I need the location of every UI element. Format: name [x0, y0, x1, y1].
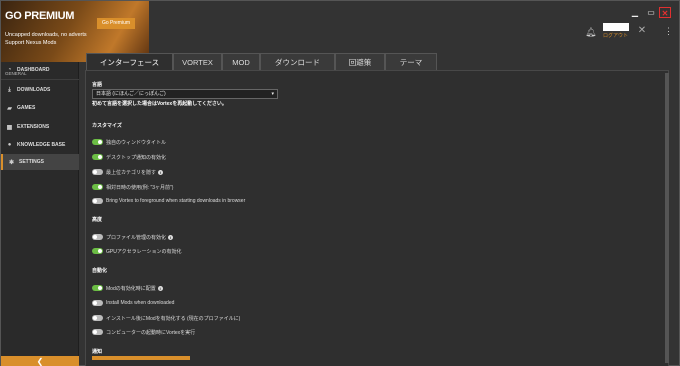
tab-vortex[interactable]: VORTEX: [173, 53, 222, 70]
top-bar: ▁ ▭ ✕ 🔔︎ ログアウト ✕ ⋮: [149, 1, 679, 45]
advanced-heading: 高度: [92, 217, 103, 223]
toggle-label: Bring Vortex to foreground when starting…: [106, 198, 246, 204]
premium-line-2: Support Nexus Mods: [5, 40, 57, 46]
settings-tabs: インターフェース VORTEX MOD ダウンロード 回避策 テーマ: [86, 53, 437, 70]
sidebar-item-label: GAMES: [17, 105, 36, 111]
tab-workarounds[interactable]: 回避策: [335, 53, 385, 70]
toggle-custom-title[interactable]: [92, 139, 103, 145]
notifications-heading: 通知: [92, 349, 103, 355]
language-value: 日本語 (にほんご／にっぽんご): [96, 91, 166, 97]
premium-title: GO PREMIUM: [5, 10, 75, 22]
toggle-run-on-startup[interactable]: [92, 329, 103, 335]
toggle-hide-top-category[interactable]: [92, 169, 103, 175]
toggle-desktop-notifications[interactable]: [92, 154, 103, 160]
knowledge-base-icon: ●: [7, 142, 12, 148]
toggle-bring-to-foreground[interactable]: [92, 198, 103, 204]
gamepad-icon: ▰: [7, 105, 12, 112]
maximize-icon[interactable]: ▭: [645, 7, 657, 18]
toggle-profile-management[interactable]: [92, 234, 103, 240]
sidebar-item-downloads[interactable]: ⤓ DOWNLOADS: [1, 82, 79, 98]
toggle-label-text: 最上位カテゴリを隠す: [106, 170, 157, 176]
tab-download[interactable]: ダウンロード: [260, 53, 335, 70]
more-menu-icon[interactable]: ⋮: [664, 26, 673, 37]
progress-accent-bar: [92, 356, 190, 360]
language-select[interactable]: 日本語 (にほんご／にっぽんご) ▾: [92, 89, 278, 99]
language-label: 言語: [92, 82, 103, 88]
tab-interface[interactable]: インターフェース: [86, 53, 173, 70]
toggle-label: 最上位カテゴリを隠す i: [106, 169, 164, 176]
chevron-left-icon: ❮: [36, 357, 44, 366]
toggle-label-text: プロファイル管理の有効化: [106, 235, 167, 241]
toggle-label: Modの有効化時に配置 i: [106, 285, 163, 292]
info-icon[interactable]: i: [158, 170, 164, 176]
minimize-icon[interactable]: ▁: [629, 7, 641, 18]
sidebar-item-label: SETTINGS: [19, 159, 45, 165]
sidebar-item-games[interactable]: ▰ GAMES: [1, 100, 79, 116]
logout-link[interactable]: ログアウト: [603, 32, 628, 39]
sidebar-item-settings[interactable]: ✱ SETTINGS: [1, 154, 79, 170]
username-redacted: [603, 23, 629, 31]
sidebar-section-general: GENERAL: [5, 71, 27, 76]
premium-subtitle: Uncapped downloads, no adverts Support N…: [5, 31, 87, 47]
go-premium-button[interactable]: Go Premium: [97, 18, 135, 29]
close-icon[interactable]: ✕: [659, 7, 671, 18]
toggle-label: コンピューターの起動時にVortexを実行: [106, 330, 196, 336]
toggle-relative-time[interactable]: [92, 184, 103, 190]
customize-heading: カスタマイズ: [92, 123, 122, 129]
notification-bell-icon[interactable]: 🔔︎: [585, 27, 596, 38]
sidebar-divider: [1, 79, 79, 80]
sidebar-item-extensions[interactable]: ▦ EXTENSIONS: [1, 119, 79, 135]
toggle-label: デスクトップ通知の有効化: [106, 155, 167, 161]
avatar-icon[interactable]: ✕: [636, 25, 648, 37]
sidebar-item-label: EXTENSIONS: [17, 124, 50, 130]
scrollbar[interactable]: [665, 73, 669, 363]
tab-mod[interactable]: MOD: [222, 53, 260, 70]
extensions-icon: ▦: [6, 124, 13, 131]
sidebar-item-label: KNOWLEDGE BASE: [17, 142, 66, 148]
download-icon: ⤓: [8, 86, 11, 93]
sidebar-item-label: DOWNLOADS: [17, 87, 51, 93]
toggle-label: GPUアクセラレーションの有効化: [106, 249, 182, 255]
tab-theme[interactable]: テーマ: [385, 53, 437, 70]
toggle-label: インストール後にModを有効化する (現在のプロファイルに): [106, 316, 241, 322]
sidebar-item-knowledge-base[interactable]: ● KNOWLEDGE BASE: [1, 137, 79, 153]
toggle-label: 独自のウィンドウタイトル: [106, 140, 167, 146]
gear-icon: ✱: [8, 159, 15, 166]
info-icon[interactable]: i: [157, 286, 163, 292]
toggle-label: 相対日時の使用(例: "3ヶ月前"): [106, 185, 174, 191]
toggle-label: Install Mods when downloaded: [106, 300, 175, 306]
automation-heading: 自動化: [92, 268, 108, 274]
toggle-label-text: Modの有効化時に配置: [106, 286, 156, 292]
sidebar-collapse-button[interactable]: ❮: [1, 356, 79, 366]
section-label: GENERAL: [5, 71, 27, 76]
vortex-window: GO PREMIUM Uncapped downloads, no advert…: [0, 0, 680, 366]
toggle-deploy-on-enable[interactable]: [92, 285, 103, 291]
info-icon[interactable]: i: [168, 235, 174, 241]
premium-line-1: Uncapped downloads, no adverts: [5, 32, 87, 38]
language-note: 初めて言語を選択した場合はVortexを再起動してください。: [92, 101, 227, 107]
toggle-install-when-downloaded[interactable]: [92, 300, 103, 306]
toggle-enable-after-install[interactable]: [92, 315, 103, 321]
toggle-gpu-acceleration[interactable]: [92, 248, 103, 254]
toggle-label: プロファイル管理の有効化 i: [106, 234, 174, 241]
sidebar: ◔ DASHBOARD GENERAL ⤓ DOWNLOADS ▰ GAMES …: [1, 62, 79, 356]
chevron-down-icon: ▾: [271, 91, 274, 97]
